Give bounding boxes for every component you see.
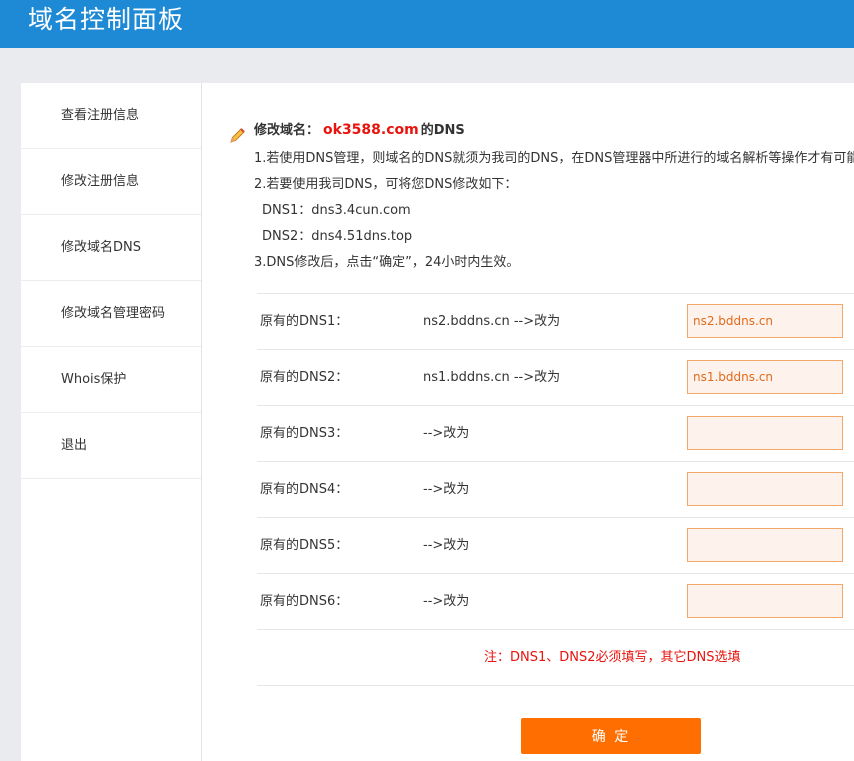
- notice-line-1: 1.若使用DNS管理，则域名的DNS就须为我司的DNS，在DNS管理器中所进行的…: [254, 151, 854, 166]
- dns-current: -->改为: [423, 594, 470, 609]
- dns5-input[interactable]: [687, 528, 843, 562]
- sidebar-item-whois-protection[interactable]: Whois保护: [21, 347, 201, 413]
- dns-row-1: 原有的DNS1： ns2.bddns.cn -->改为: [257, 294, 854, 350]
- dns-current: ns1.bddns.cn -->改为: [423, 370, 561, 385]
- dns4-input[interactable]: [687, 472, 843, 506]
- dns-current: -->改为: [423, 538, 470, 553]
- dns-current: -->改为: [423, 426, 470, 441]
- dns-row-2: 原有的DNS2： ns1.bddns.cn -->改为: [257, 350, 854, 406]
- notice-title-prefix: 修改域名：: [254, 123, 320, 138]
- notice-line-2: 2.若要使用我司DNS，可将您DNS修改如下：: [254, 177, 518, 192]
- notice-dns2: DNS2：dns4.51dns.top: [262, 229, 413, 244]
- header-bar: 域名控制面板: [0, 0, 854, 48]
- notice-line-3: 3.DNS修改后，点击“确定”，24小时内生效。: [254, 255, 520, 270]
- dns-row-5: 原有的DNS5： -->改为: [257, 518, 854, 574]
- dns-label: 原有的DNS5：: [260, 538, 349, 553]
- dns1-input[interactable]: [687, 304, 843, 338]
- dns-current: ns2.bddns.cn -->改为: [423, 314, 561, 329]
- notice-title: 修改域名： ok3588.com 的DNS: [254, 119, 465, 138]
- sidebar-item-edit-dns[interactable]: 修改域名DNS: [21, 215, 201, 281]
- dns-current: -->改为: [423, 482, 470, 497]
- required-note: 注：DNS1、DNS2必须填写，其它DNS选填: [484, 650, 741, 665]
- dns-label: 原有的DNS4：: [260, 482, 349, 497]
- dns-label: 原有的DNS6：: [260, 594, 349, 609]
- dns-row-4: 原有的DNS4： -->改为: [257, 462, 854, 518]
- notice-dns1: DNS1：dns3.4cun.com: [262, 203, 411, 218]
- sidebar-item-logout[interactable]: 退出: [21, 413, 201, 479]
- note-row: 注：DNS1、DNS2必须填写，其它DNS选填: [257, 630, 854, 686]
- domain-name: ok3588.com: [323, 122, 419, 138]
- sidebar-item-view-registration[interactable]: 查看注册信息: [21, 83, 201, 149]
- content-area: 修改域名： ok3588.com 的DNS 1.若使用DNS管理，则域名的DNS就须…: [202, 83, 854, 761]
- dns-row-3: 原有的DNS3： -->改为: [257, 406, 854, 462]
- dns-row-6: 原有的DNS6： -->改为: [257, 574, 854, 630]
- pencil-icon: [229, 127, 246, 148]
- notice-title-suffix: 的DNS: [420, 123, 465, 138]
- page-title: 域名控制面板: [28, 5, 185, 34]
- dns3-input[interactable]: [687, 416, 843, 450]
- sidebar-item-edit-registration[interactable]: 修改注册信息: [21, 149, 201, 215]
- dns6-input[interactable]: [687, 584, 843, 618]
- main-panel: 查看注册信息 修改注册信息 修改域名DNS 修改域名管理密码 Whois保护 退…: [21, 83, 854, 761]
- dns2-input[interactable]: [687, 360, 843, 394]
- dns-label: 原有的DNS2：: [260, 370, 349, 385]
- sidebar-item-edit-password[interactable]: 修改域名管理密码: [21, 281, 201, 347]
- confirm-button[interactable]: 确 定: [521, 718, 701, 754]
- dns-label: 原有的DNS1：: [260, 314, 349, 329]
- dns-label: 原有的DNS3：: [260, 426, 349, 441]
- sidebar: 查看注册信息 修改注册信息 修改域名DNS 修改域名管理密码 Whois保护 退…: [21, 83, 202, 761]
- dns-form-table: 原有的DNS1： ns2.bddns.cn -->改为 原有的DNS2： ns1…: [257, 293, 854, 686]
